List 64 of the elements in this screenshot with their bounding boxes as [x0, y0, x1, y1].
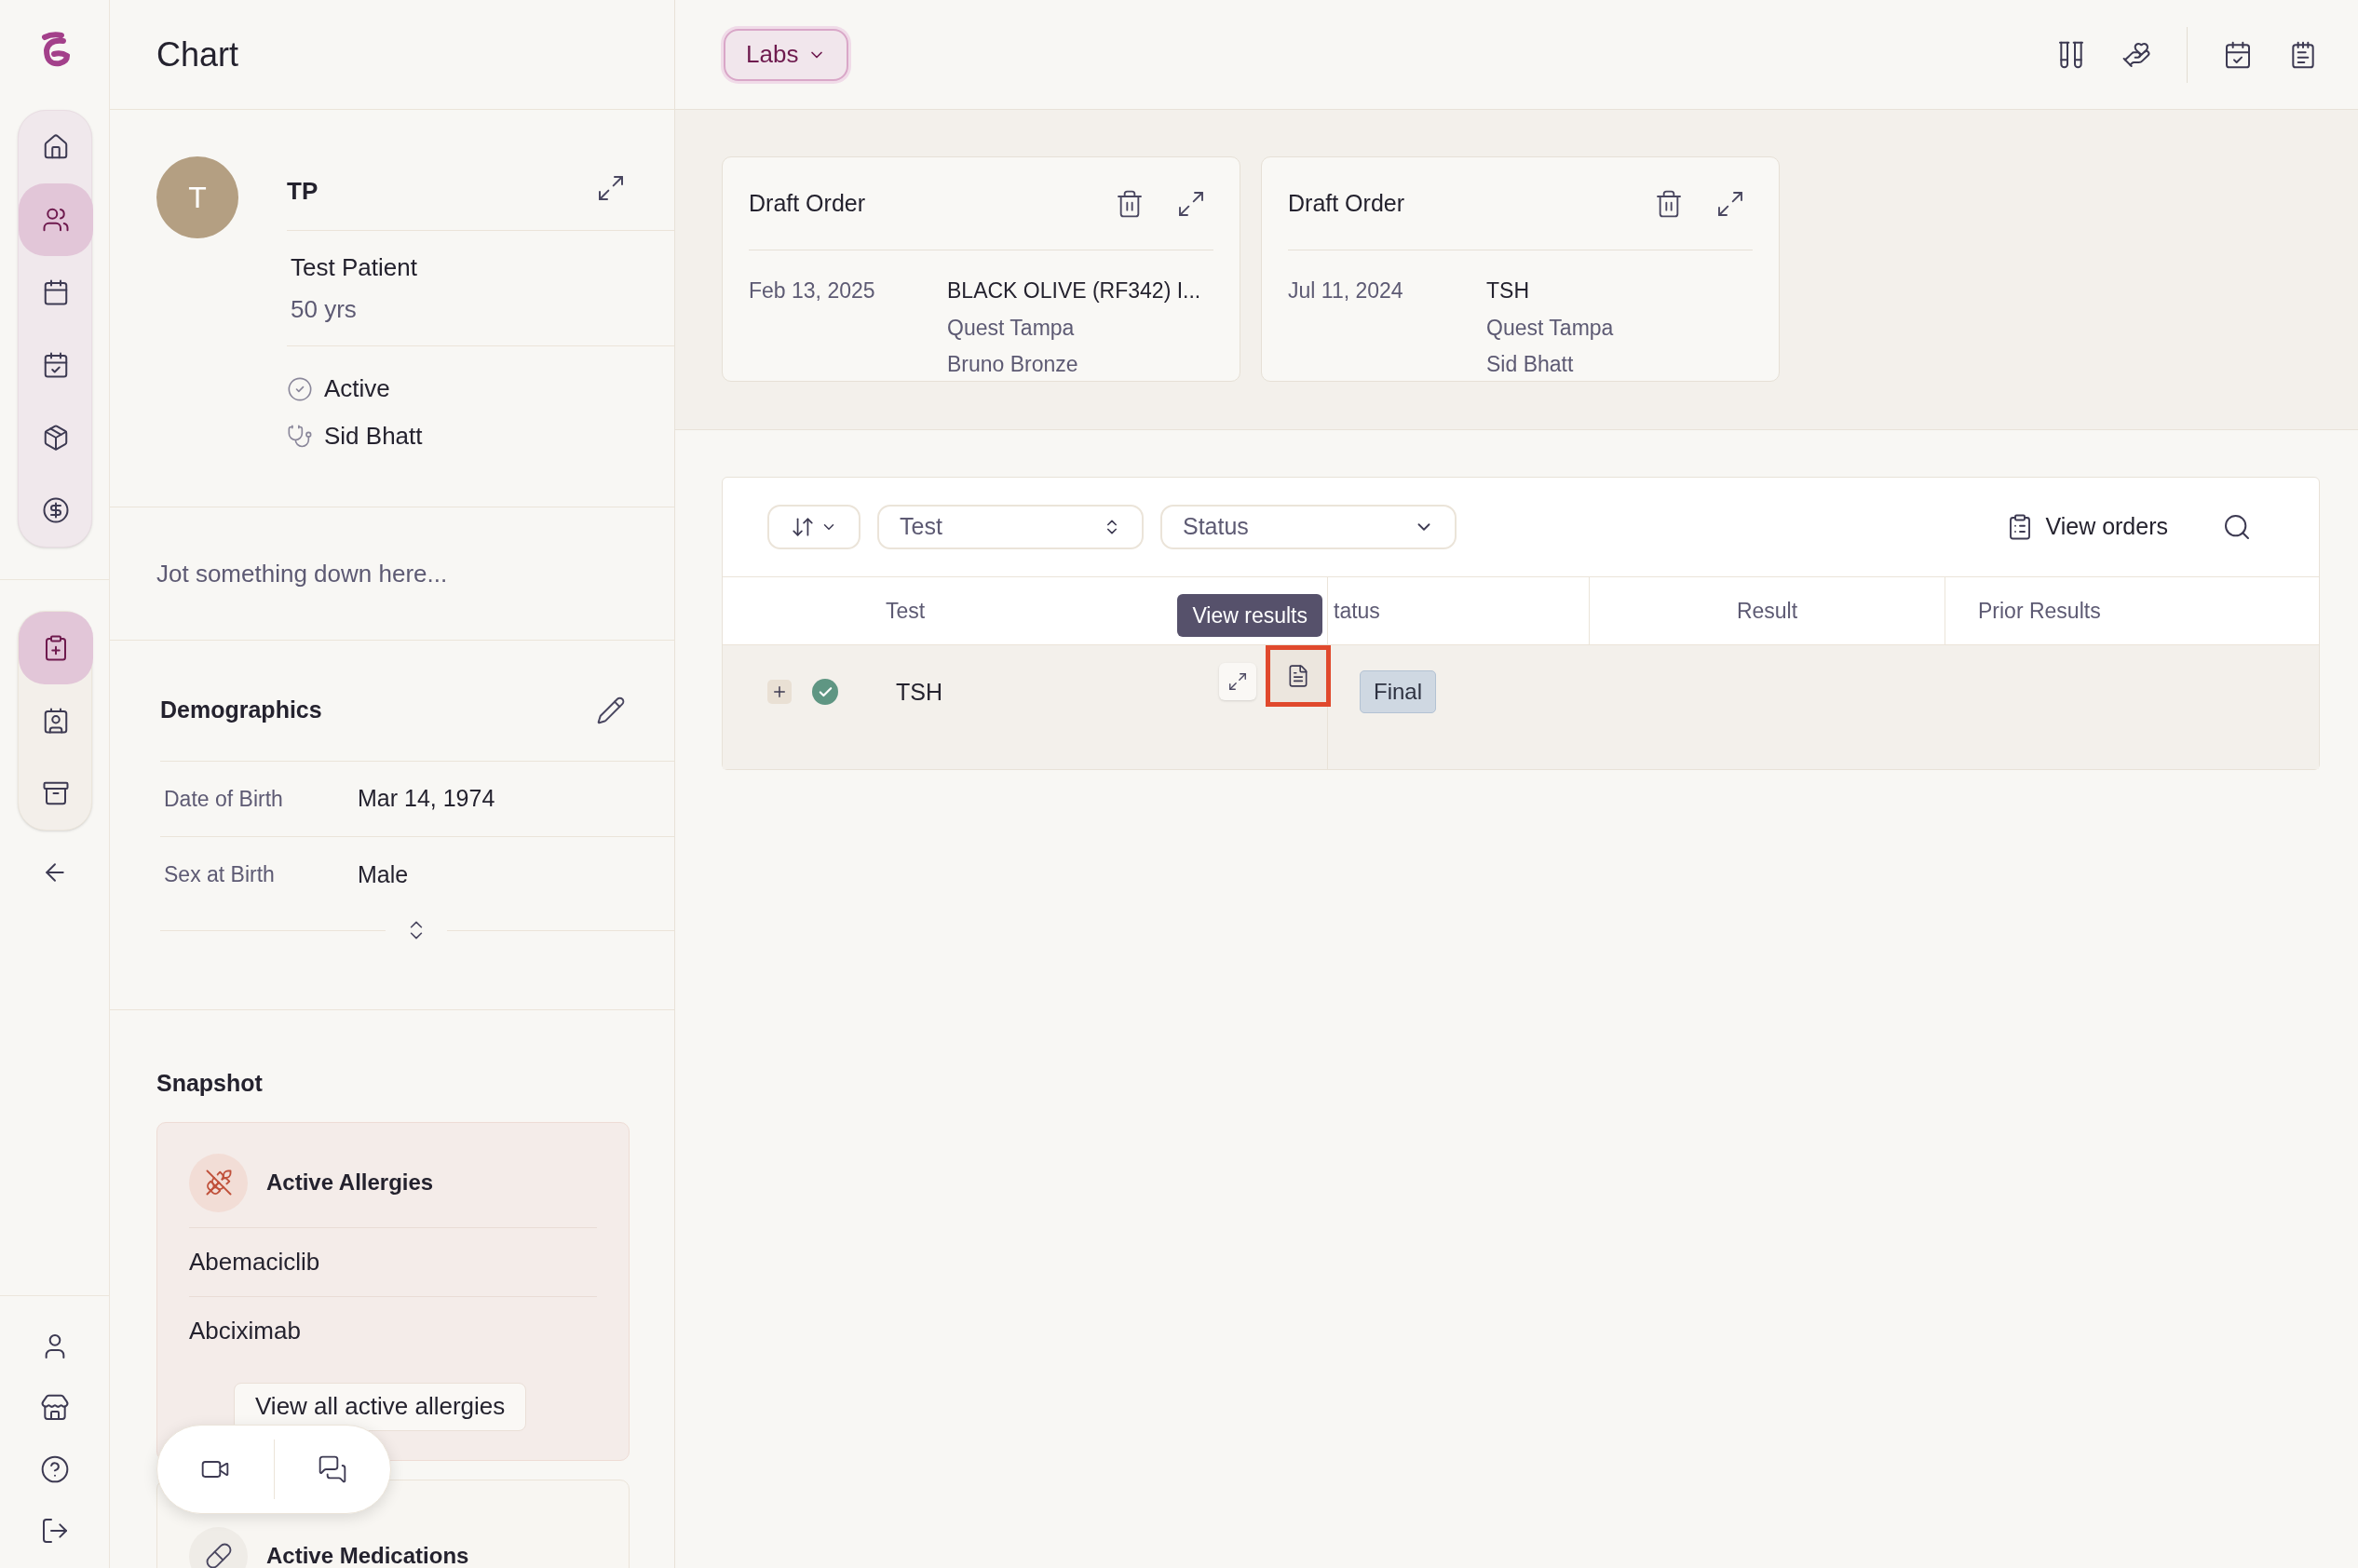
avatar: T: [156, 156, 238, 238]
edit-icon[interactable]: [596, 695, 626, 725]
store-icon[interactable]: [39, 1393, 70, 1423]
trash-icon[interactable]: [1115, 188, 1145, 219]
view-results-button[interactable]: [1266, 645, 1331, 707]
expand-button[interactable]: [1219, 663, 1256, 700]
patient-age: 50 yrs: [291, 293, 358, 325]
patient-name: Test Patient: [291, 251, 418, 283]
people-icon: [41, 206, 70, 234]
lab-name: Quest Tampa: [947, 314, 1076, 342]
tooltip: View results: [1177, 594, 1322, 637]
column-header: Test: [886, 597, 926, 625]
test-tubes-icon[interactable]: [2056, 39, 2086, 70]
section-title: Snapshot: [156, 1069, 264, 1098]
field-label: Date of Birth: [164, 785, 284, 813]
allergy-name: Abemaciclib: [189, 1246, 320, 1277]
nav-item[interactable]: [18, 183, 93, 256]
status-badge: Final: [1360, 670, 1437, 713]
column-header: Prior Results: [1978, 597, 2101, 625]
notes-field[interactable]: Jot something down here...: [156, 555, 628, 592]
dollar-icon: [41, 496, 70, 524]
test-name: TSH: [896, 678, 942, 707]
card-title: Active Allergies: [266, 1169, 434, 1196]
expand-icon: [1227, 671, 1248, 692]
patient-initials: TP: [287, 176, 318, 207]
order-date: Jul 11, 2024: [1288, 277, 1404, 304]
search-icon[interactable]: [2222, 512, 2252, 542]
expand-icon[interactable]: [596, 173, 626, 203]
nav-item[interactable]: [18, 612, 93, 684]
chat-icon: [317, 1454, 347, 1484]
calendar-check-icon[interactable]: [2223, 39, 2253, 70]
provider-name: Sid Bhatt: [324, 421, 423, 452]
provider-name: Bruno Bronze: [947, 351, 1079, 378]
column-header: tatus: [1334, 597, 1380, 625]
check-circle-icon: [287, 375, 313, 402]
view-orders-button[interactable]: View orders: [2006, 509, 2168, 545]
test-name: BLACK OLIVE (RF342) I...: [947, 277, 1201, 304]
stethoscope-icon: [287, 423, 313, 450]
field-label: Sex at Birth: [164, 861, 276, 889]
lab-name: Quest Tampa: [1486, 314, 1614, 342]
sort-button[interactable]: [767, 505, 861, 549]
test-filter[interactable]: Test: [877, 505, 1144, 549]
column-header: Result: [1736, 597, 1798, 625]
panel-title: Chart: [156, 34, 239, 75]
patient-status: Active: [324, 373, 390, 404]
card-title: Draft Order: [1288, 188, 1405, 218]
section-title: Demographics: [160, 695, 322, 724]
sort-icon: [791, 515, 815, 539]
test-name: TSH: [1486, 277, 1530, 304]
provider-name: Sid Bhatt: [1486, 351, 1575, 378]
archive-icon: [41, 779, 70, 807]
view-all-button[interactable]: View all active allergies: [234, 1382, 527, 1431]
order-date: Feb 13, 2025: [749, 277, 876, 304]
plus-icon: [771, 683, 788, 700]
field-value: Male: [358, 859, 409, 889]
expand-row-button[interactable]: [767, 680, 792, 704]
card-title: Active Medications: [266, 1542, 469, 1568]
trash-icon[interactable]: [1654, 188, 1684, 219]
allergy-name: Abciximab: [189, 1316, 301, 1346]
field-value: Mar 14, 1974: [358, 784, 495, 814]
labs-dropdown[interactable]: Labs: [724, 28, 849, 81]
status-filter[interactable]: Status: [1160, 505, 1457, 549]
card-title: Draft Order: [749, 188, 866, 218]
help-icon[interactable]: [39, 1454, 70, 1484]
